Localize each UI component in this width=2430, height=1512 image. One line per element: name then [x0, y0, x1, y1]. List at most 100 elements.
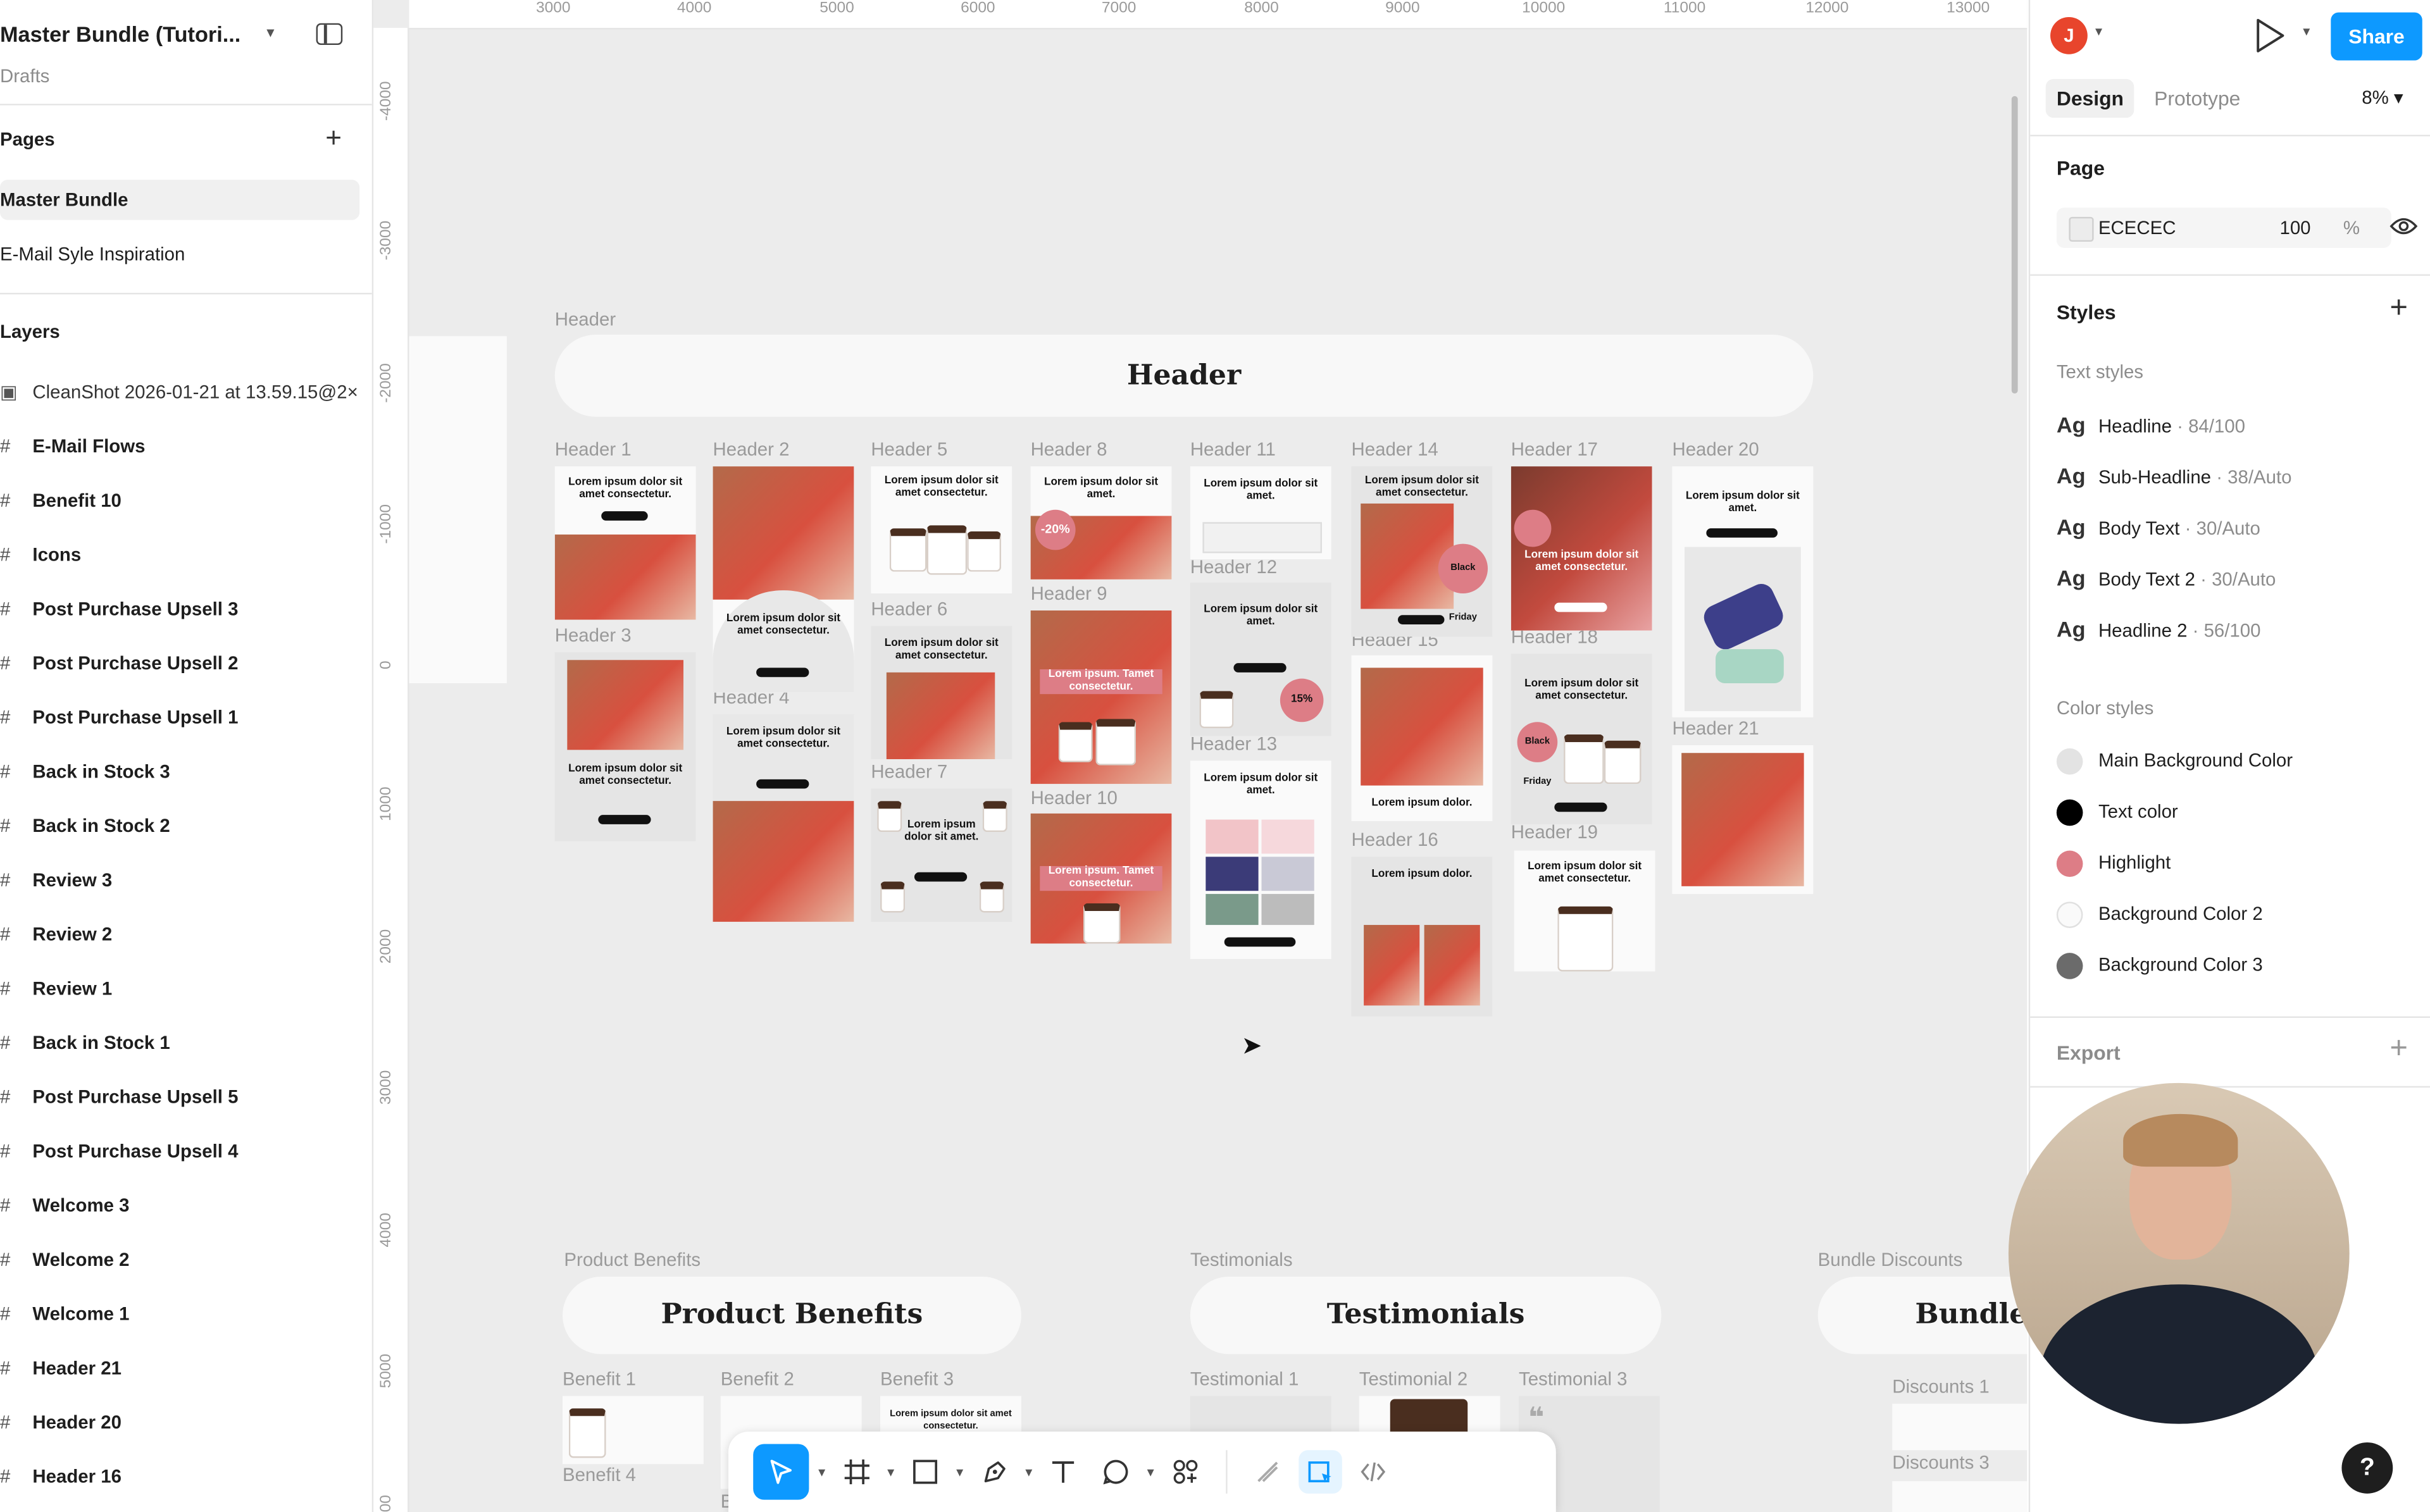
email-frame-thumbnail[interactable]: Lorem ipsum dolor sit amet.: [1190, 466, 1331, 560]
text-tool-icon[interactable]: [1042, 1450, 1085, 1494]
canvas-scrollbar[interactable]: [2011, 96, 2018, 394]
frame-label[interactable]: Header 8: [1031, 438, 1107, 460]
email-frame-thumbnail[interactable]: Lorem ipsum dolor sit amet consectetur.: [871, 466, 1012, 593]
color-swatch[interactable]: [2069, 216, 2094, 242]
email-frame-thumbnail[interactable]: Lorem ipsum dolor sit amet.: [1190, 760, 1331, 959]
frame-label[interactable]: Header 1: [555, 438, 632, 460]
chevron-down-icon[interactable]: ▾: [266, 25, 274, 42]
layer-item[interactable]: # E-Mail Flows: [0, 431, 145, 462]
add-style-icon[interactable]: +: [2390, 291, 2408, 326]
add-page-icon[interactable]: +: [325, 122, 342, 154]
email-frame-thumbnail[interactable]: Lorem ipsum. Tamet consectetur.: [1030, 610, 1172, 784]
layer-item[interactable]: # Post Purchase Upsell 4: [0, 1136, 238, 1167]
email-frame-thumbnail[interactable]: Lorem ipsum dolor.: [1351, 655, 1493, 821]
chevron-down-icon[interactable]: ▾: [2095, 23, 2102, 40]
frame-label[interactable]: Header 6: [871, 598, 947, 619]
email-frame-thumbnail[interactable]: Lorem ipsum dolor sit amet consectetur. …: [1511, 654, 1652, 824]
email-frame-thumbnail[interactable]: [1892, 1481, 2028, 1512]
chevron-down-icon[interactable]: ▾: [2303, 23, 2310, 40]
frame-label[interactable]: Header 20: [1672, 438, 1759, 460]
layer-item[interactable]: # Welcome 3: [0, 1190, 129, 1221]
frame-label[interactable]: Header 14: [1352, 438, 1438, 460]
layer-item[interactable]: # Icons: [0, 539, 81, 570]
frame-label[interactable]: Testimonial 1: [1190, 1368, 1299, 1389]
draw-tool-icon[interactable]: [1245, 1450, 1289, 1494]
layer-item[interactable]: # Header 20: [0, 1407, 122, 1438]
layer-screenshot[interactable]: ▣ CleanShot 2026-01-21 at 13.59.15@2×: [0, 376, 358, 407]
email-frame-thumbnail[interactable]: Lorem ipsum dolor sit amet consectetur.: [713, 466, 854, 693]
design-mode-icon[interactable]: [1298, 1450, 1342, 1494]
chevron-down-icon[interactable]: ▾: [1025, 1463, 1032, 1480]
email-frame-thumbnail[interactable]: Lorem ipsum dolor sit amet.: [871, 788, 1012, 922]
chevron-down-icon[interactable]: ▾: [887, 1463, 894, 1480]
testimonials-title[interactable]: Testimonials: [1190, 1276, 1662, 1354]
color-style-item[interactable]: Background Color 2: [2056, 902, 2263, 928]
chevron-down-icon[interactable]: ▾: [1147, 1463, 1154, 1480]
text-style-item[interactable]: Ag Headline 2 · 56/100: [2057, 617, 2261, 641]
frame-label[interactable]: Testimonial 2: [1359, 1368, 1468, 1389]
frame-label[interactable]: Header 21: [1672, 717, 1759, 739]
tab-design[interactable]: Design: [2045, 78, 2135, 118]
layer-item[interactable]: # Welcome 1: [0, 1298, 129, 1329]
email-frame-thumbnail[interactable]: Lorem ipsum dolor sit amet consectetur.: [1511, 466, 1652, 631]
frame-tool-icon[interactable]: [835, 1450, 878, 1494]
color-style-item[interactable]: Main Background Color: [2056, 748, 2293, 775]
add-export-icon[interactable]: +: [2390, 1032, 2408, 1067]
text-style-item[interactable]: Ag Sub-Headline · 38/Auto: [2057, 463, 2292, 488]
frame-label[interactable]: Header 13: [1190, 733, 1277, 754]
frame-label[interactable]: Header 12: [1190, 556, 1277, 578]
layer-item[interactable]: # Header 21: [0, 1353, 122, 1384]
avatar[interactable]: J: [2050, 16, 2088, 54]
email-frame-thumbnail[interactable]: [1892, 1403, 2028, 1451]
chevron-down-icon[interactable]: ▾: [818, 1463, 825, 1480]
layer-item[interactable]: # Welcome 2: [0, 1244, 129, 1275]
page-item-email-inspiration[interactable]: E-Mail Syle Inspiration: [0, 234, 359, 275]
page-color-value[interactable]: ECECEC: [2098, 217, 2176, 239]
text-style-item[interactable]: Ag Body Text 2 · 30/Auto: [2057, 566, 2276, 590]
frame-label[interactable]: Header 9: [1031, 583, 1107, 604]
help-button[interactable]: ?: [2341, 1442, 2393, 1494]
email-frame-thumbnail[interactable]: Lorem ipsum dolor sit amet consectetur.: [1514, 850, 1655, 972]
email-frame-thumbnail[interactable]: Lorem ipsum dolor sit amet. 15%: [1190, 582, 1331, 736]
frame-label[interactable]: Header 17: [1511, 438, 1598, 460]
text-style-item[interactable]: Ag Headline · 84/100: [2057, 412, 2245, 437]
layer-item[interactable]: # Review 1: [0, 973, 112, 1004]
frame-label[interactable]: Header 2: [713, 438, 790, 460]
eye-icon[interactable]: [2390, 215, 2418, 245]
frame-label[interactable]: Discounts 1: [1892, 1376, 1990, 1397]
email-frame-thumbnail[interactable]: Lorem ipsum dolor.: [1351, 857, 1493, 1017]
frame-label[interactable]: Discounts 3: [1892, 1452, 1990, 1473]
code-tool-icon[interactable]: [1351, 1450, 1395, 1494]
layer-item[interactable]: # Back in Stock 1: [0, 1027, 170, 1058]
text-style-item[interactable]: Ag Body Text · 30/Auto: [2057, 514, 2260, 539]
present-play-icon[interactable]: [2253, 17, 2288, 62]
frame-label[interactable]: Header 16: [1352, 829, 1438, 850]
frame-label[interactable]: Benefit 3: [880, 1368, 954, 1389]
frame-label[interactable]: Header 5: [871, 438, 947, 460]
chevron-down-icon[interactable]: ▾: [956, 1463, 963, 1480]
page-item-master-bundle[interactable]: Master Bundle: [0, 180, 360, 220]
email-frame-thumbnail[interactable]: Lorem ipsum dolor sit amet consectetur.: [554, 466, 696, 620]
share-button[interactable]: Share: [2331, 12, 2422, 61]
frame-label[interactable]: Header 19: [1511, 821, 1598, 843]
sidebar-toggle-icon[interactable]: [316, 23, 343, 46]
frame-label[interactable]: Benefit 2: [721, 1368, 794, 1389]
frame-label[interactable]: Header 10: [1031, 787, 1118, 809]
offscreen-frame[interactable]: [409, 336, 507, 684]
pen-tool-icon[interactable]: [973, 1450, 1016, 1494]
header-section-title[interactable]: Header: [554, 334, 1814, 417]
layer-item[interactable]: # Post Purchase Upsell 2: [0, 648, 238, 679]
layer-item[interactable]: # Back in Stock 3: [0, 756, 170, 787]
move-tool-icon[interactable]: [753, 1444, 809, 1500]
frame-label[interactable]: Header 3: [555, 624, 632, 646]
color-style-item[interactable]: Text color: [2056, 799, 2178, 826]
email-frame-thumbnail[interactable]: Lorem ipsum dolor sit amet consectetur.: [713, 714, 854, 922]
email-frame-thumbnail[interactable]: Lorem ipsum dolor sit amet consectetur.: [871, 626, 1012, 760]
layer-item[interactable]: # Benefit 10: [0, 485, 122, 516]
email-frame-thumbnail[interactable]: Lorem ipsum dolor sit amet consectetur.: [554, 652, 696, 841]
frame-label[interactable]: Testimonial 3: [1519, 1368, 1628, 1389]
email-frame-thumbnail[interactable]: Lorem ipsum dolor sit amet. -20%: [1030, 466, 1172, 579]
email-frame-thumbnail[interactable]: Lorem ipsum dolor sit amet.: [1672, 466, 1814, 717]
frame-label[interactable]: Benefit 1: [563, 1368, 636, 1389]
email-frame-thumbnail[interactable]: [1672, 745, 1814, 895]
